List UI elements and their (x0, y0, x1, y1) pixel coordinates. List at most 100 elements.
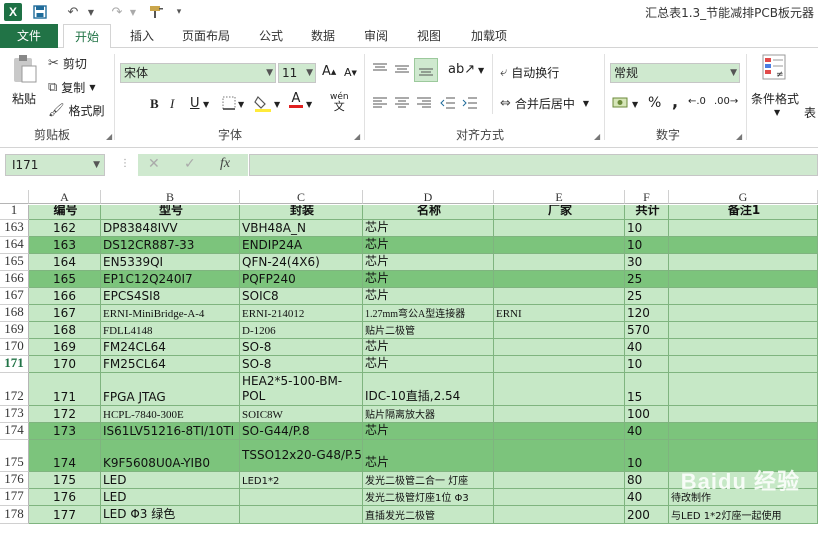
cell-g-167[interactable] (669, 288, 818, 305)
cell-c-163[interactable]: VBH48A_N (240, 220, 363, 237)
cell-g-166[interactable] (669, 271, 818, 288)
header-cell-e[interactable]: 厂家 (494, 205, 625, 220)
alignment-launcher-icon[interactable]: ◢ (594, 132, 600, 141)
cell-d-164[interactable]: 芯片 (363, 237, 494, 254)
cell-a-172[interactable]: 171 (29, 373, 101, 406)
cell-c-173[interactable]: SOIC8W (240, 406, 363, 423)
cell-e-172[interactable] (494, 373, 625, 406)
cell-d-166[interactable]: 芯片 (363, 271, 494, 288)
wrap-text-button[interactable]: ⤶ 自动换行 (500, 64, 559, 81)
cell-g-170[interactable] (669, 339, 818, 356)
cell-b-175[interactable]: K9F5608U0A-YIB0 (101, 440, 240, 472)
cell-d-177[interactable]: 发光二极管灯座1位 Φ3 (363, 489, 494, 506)
cell-e-171[interactable] (494, 356, 625, 373)
cell-b-163[interactable]: DP83848IVV (101, 220, 240, 237)
cell-e-170[interactable] (494, 339, 625, 356)
row-header[interactable]: 1 (0, 202, 29, 220)
cell-b-174[interactable]: IS61LV51216-8TI/10TI (101, 423, 240, 440)
cell-c-172[interactable]: HEA2*5-100-BM-POL (240, 373, 363, 406)
cell-e-164[interactable] (494, 237, 625, 254)
conditional-format-dropdown-icon[interactable]: ▼ (774, 108, 780, 117)
orientation-dropdown-icon[interactable]: ▼ (478, 66, 484, 75)
cell-d-172[interactable]: IDC-10直插,2.54 (363, 373, 494, 406)
cell-f-167[interactable]: 25 (625, 288, 669, 305)
cell-f-168[interactable]: 120 (625, 305, 669, 322)
formula-input[interactable] (249, 154, 818, 176)
cell-f-176[interactable]: 80 (625, 472, 669, 489)
undo-dropdown-icon[interactable]: ▼ (86, 3, 96, 21)
row-header[interactable]: 174 (0, 422, 29, 440)
tab-review[interactable]: 审阅 (359, 24, 393, 48)
cell-f-175[interactable]: 10 (625, 440, 669, 472)
row-header[interactable]: 165 (0, 253, 29, 271)
row-header[interactable]: 166 (0, 270, 29, 288)
header-cell-d[interactable]: 名称 (363, 205, 494, 220)
orientation-icon[interactable]: ab↗ (448, 62, 475, 77)
header-cell-g[interactable]: 备注1 (669, 205, 818, 220)
cell-f-163[interactable]: 10 (625, 220, 669, 237)
cell-e-167[interactable] (494, 288, 625, 305)
cell-c-170[interactable]: SO-8 (240, 339, 363, 356)
cell-g-172[interactable] (669, 373, 818, 406)
borders-dropdown-icon[interactable]: ▼ (238, 100, 244, 109)
cell-c-167[interactable]: SOIC8 (240, 288, 363, 305)
cell-d-175[interactable]: 芯片 (363, 440, 494, 472)
cell-b-173[interactable]: HCPL-7840-300E (101, 406, 240, 423)
cell-f-166[interactable]: 25 (625, 271, 669, 288)
column-header-g[interactable]: G (669, 190, 818, 204)
cell-c-171[interactable]: SO-8 (240, 356, 363, 373)
conditional-format-icon[interactable]: ≠ (762, 54, 788, 82)
cell-d-173[interactable]: 贴片隔离放大器 (363, 406, 494, 423)
cell-c-166[interactable]: PQFP240 (240, 271, 363, 288)
redo-dropdown-icon[interactable]: ▼ (128, 3, 138, 21)
cell-b-167[interactable]: EPCS4SI8 (101, 288, 240, 305)
tab-page-layout[interactable]: 页面布局 (176, 24, 236, 48)
font-name-select[interactable]: 宋体 ▼ (120, 63, 276, 83)
cell-d-168[interactable]: 1.27mm弯公A型连接器 (363, 305, 494, 322)
cell-c-168[interactable]: ERNI-214012 (240, 305, 363, 322)
row-header[interactable]: 167 (0, 287, 29, 305)
cell-d-169[interactable]: 贴片二极管 (363, 322, 494, 339)
cell-d-165[interactable]: 芯片 (363, 254, 494, 271)
cell-a-173[interactable]: 172 (29, 406, 101, 423)
cell-f-171[interactable]: 10 (625, 356, 669, 373)
cell-g-168[interactable] (669, 305, 818, 322)
name-box[interactable]: I171 ▼ (5, 154, 105, 176)
align-left-icon[interactable] (372, 96, 388, 110)
cell-g-169[interactable] (669, 322, 818, 339)
number-launcher-icon[interactable]: ◢ (736, 132, 742, 141)
cell-a-175[interactable]: 174 (29, 440, 101, 472)
bold-button[interactable]: B (150, 96, 159, 112)
header-cell-a[interactable]: 编号 (29, 205, 101, 220)
cell-b-166[interactable]: EP1C12Q240I7 (101, 271, 240, 288)
header-cell-b[interactable]: 型号 (101, 205, 240, 220)
clipboard-launcher-icon[interactable]: ◢ (106, 132, 112, 141)
conditional-format-button[interactable]: 条件格式 (751, 90, 799, 107)
tab-formulas[interactable]: 公式 (254, 24, 288, 48)
decrease-decimal-icon[interactable]: .00→ (714, 96, 738, 107)
cell-f-165[interactable]: 30 (625, 254, 669, 271)
align-bottom-icon[interactable] (414, 58, 438, 82)
cell-f-177[interactable]: 40 (625, 489, 669, 506)
fill-color-dropdown-icon[interactable]: ▼ (274, 100, 280, 109)
column-header-e[interactable]: E (494, 190, 625, 204)
cell-f-174[interactable]: 40 (625, 423, 669, 440)
cell-a-171[interactable]: 170 (29, 356, 101, 373)
cell-b-177[interactable]: LED (101, 489, 240, 506)
cell-d-176[interactable]: 发光二极管二合一 灯座 (363, 472, 494, 489)
align-center-icon[interactable] (394, 96, 410, 110)
cell-e-173[interactable] (494, 406, 625, 423)
cell-a-177[interactable]: 176 (29, 489, 101, 506)
number-format-select[interactable]: 常规 ▼ (610, 63, 740, 83)
formula-bar-grip-icon[interactable]: ⋮ (120, 158, 130, 169)
cell-b-172[interactable]: FPGA JTAG (101, 373, 240, 406)
cell-c-175[interactable]: TSSO12x20-G48/P.5 (240, 440, 363, 472)
cell-d-163[interactable]: 芯片 (363, 220, 494, 237)
cell-d-174[interactable]: 芯片 (363, 423, 494, 440)
cell-b-168[interactable]: ERNI-MiniBridge-A-4 (101, 305, 240, 322)
cell-c-176[interactable]: LED1*2 (240, 472, 363, 489)
cell-b-170[interactable]: FM24CL64 (101, 339, 240, 356)
cell-b-164[interactable]: DS12CR887-33 (101, 237, 240, 254)
cell-c-174[interactable]: SO-G44/P.8 (240, 423, 363, 440)
font-color-dropdown-icon[interactable]: ▼ (306, 100, 312, 109)
